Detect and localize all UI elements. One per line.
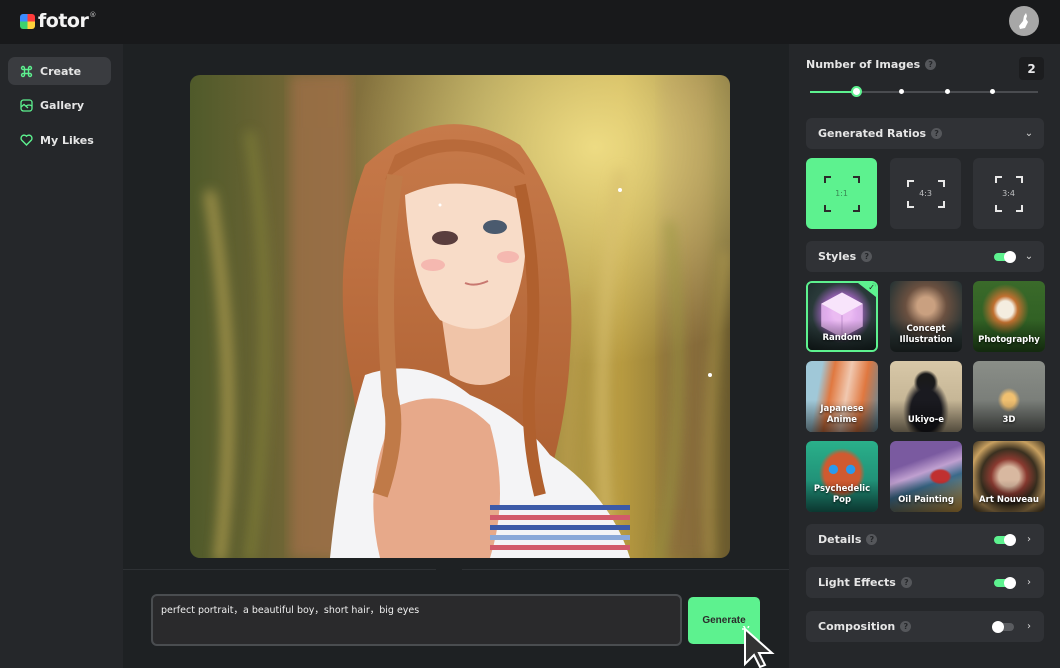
ratio-label: 4:3 <box>919 189 932 198</box>
ratio-option-1-1[interactable]: 1:1 <box>806 158 877 229</box>
style-label: Oil Painting <box>898 495 954 505</box>
slider-thumb[interactable] <box>850 86 862 97</box>
ratio-option-3-4[interactable]: 3:4 <box>973 158 1044 229</box>
command-icon <box>20 65 33 78</box>
slider-step-dot[interactable] <box>944 89 950 94</box>
prompt-divider <box>462 569 789 570</box>
chevron-right-icon[interactable]: › <box>1024 577 1034 588</box>
registered-mark: ® <box>89 11 97 19</box>
style-tile-art-nouveau[interactable]: Art Nouveau <box>973 441 1045 512</box>
style-label: Photography <box>978 335 1040 345</box>
details-toggle[interactable] <box>994 533 1016 546</box>
generated-ratios-label: Generated Ratios <box>818 127 927 140</box>
number-of-images-header: Number of Images ? <box>806 58 1044 71</box>
aspect-frame-icon: 1:1 <box>823 175 860 212</box>
style-label: Art Nouveau <box>979 495 1039 505</box>
ratio-label: 3:4 <box>1002 189 1015 198</box>
chevron-right-icon[interactable]: › <box>1024 534 1034 545</box>
number-of-images-value: 2 <box>1019 57 1044 80</box>
style-label: Ukiyo-e <box>907 415 945 425</box>
prompt-divider <box>123 569 436 570</box>
styles-toggle[interactable] <box>994 250 1016 263</box>
style-label: 3D <box>1002 415 1016 425</box>
generated-ratios-section[interactable]: Generated Ratios ? ⌄ <box>806 118 1044 149</box>
sidebar-item-label: Create <box>40 64 82 78</box>
mouse-cursor-icon <box>742 626 775 668</box>
user-avatar[interactable] <box>1009 6 1039 36</box>
style-tile-concept-illustration[interactable]: Concept Illustration <box>890 281 962 352</box>
chevron-right-icon[interactable]: › <box>1024 621 1034 632</box>
aspect-frame-icon: 3:4 <box>994 175 1023 212</box>
help-icon[interactable]: ? <box>900 621 912 632</box>
sidebar-item-my-likes[interactable]: My Likes <box>8 126 111 154</box>
sidebar-item-gallery[interactable]: Gallery <box>8 91 111 119</box>
details-section[interactable]: Details ? › <box>806 524 1044 555</box>
main-canvas-area: Generate <box>123 44 789 668</box>
ratio-label: 1:1 <box>835 189 848 198</box>
composition-section[interactable]: Composition ? › <box>806 611 1044 642</box>
light-effects-label: Light Effects <box>818 576 896 589</box>
brand-name: fotor <box>38 10 89 32</box>
help-icon[interactable]: ? <box>866 534 878 545</box>
style-tile-random[interactable]: ✓ Random <box>806 281 878 352</box>
light-effects-section[interactable]: Light Effects ? › <box>806 567 1044 598</box>
help-icon[interactable]: ? <box>925 59 937 70</box>
style-label: Japanese Anime <box>820 404 864 425</box>
user-avatar-icon <box>1019 13 1028 29</box>
style-label: Psychedelic Pop <box>813 484 871 505</box>
sidebar-item-label: Gallery <box>40 98 85 112</box>
slider-step-dot[interactable] <box>990 89 995 94</box>
fotor-logo[interactable]: fotor ® <box>20 11 96 31</box>
slider-fill <box>810 91 856 93</box>
chevron-down-icon[interactable]: ⌄ <box>1024 128 1034 139</box>
settings-panel: Number of Images ? 2 Generated Ratios ? … <box>789 44 1060 668</box>
sidebar-item-label: My Likes <box>40 133 94 147</box>
sidebar-item-create[interactable]: Create <box>8 57 111 85</box>
help-icon[interactable]: ? <box>861 251 873 262</box>
number-of-images-label: Number of Images <box>806 58 921 71</box>
sidebar: Create Gallery My Likes <box>0 44 123 668</box>
help-icon[interactable]: ? <box>900 577 912 588</box>
style-tile-3d[interactable]: 3D <box>973 361 1045 432</box>
style-label: Concept Illustration <box>899 324 953 345</box>
style-tile-oil-painting[interactable]: Oil Painting <box>890 441 962 512</box>
style-label: Random <box>822 333 862 343</box>
style-tile-psychedelic-pop[interactable]: Psychedelic Pop <box>806 441 878 512</box>
heart-icon <box>20 134 33 147</box>
slider-step-dot[interactable] <box>899 89 904 94</box>
style-tile-japanese-anime[interactable]: Japanese Anime <box>806 361 878 432</box>
styles-section[interactable]: Styles ? ⌄ <box>806 241 1044 272</box>
generated-image-artwork <box>190 75 730 558</box>
ratio-option-4-3[interactable]: 4:3 <box>890 158 961 229</box>
generated-image[interactable] <box>190 75 730 558</box>
style-tile-ukiyo-e[interactable]: Ukiyo-e <box>890 361 962 432</box>
gallery-icon <box>20 98 33 112</box>
composition-toggle[interactable] <box>992 620 1014 633</box>
light-effects-toggle[interactable] <box>994 576 1016 589</box>
top-bar: fotor ® <box>0 0 1060 44</box>
prompt-input[interactable] <box>151 594 682 646</box>
details-label: Details <box>818 533 862 546</box>
styles-label: Styles <box>818 250 857 263</box>
composition-label: Composition <box>818 620 896 633</box>
style-tile-photography[interactable]: Photography <box>973 281 1045 352</box>
fotor-logo-icon <box>20 13 35 29</box>
help-icon[interactable]: ? <box>931 128 943 139</box>
chevron-down-icon[interactable]: ⌄ <box>1024 251 1034 262</box>
number-of-images-slider[interactable] <box>810 86 1038 97</box>
aspect-frame-icon: 4:3 <box>906 179 945 208</box>
